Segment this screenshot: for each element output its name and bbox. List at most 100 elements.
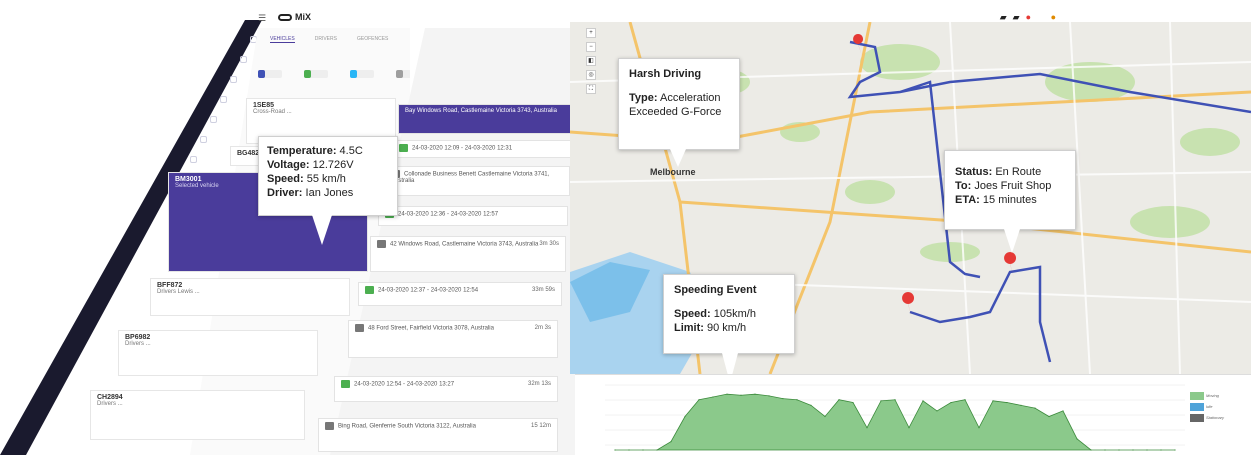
vehicle-name: 1SE85 <box>253 102 275 109</box>
filter-chip[interactable] <box>304 70 328 78</box>
menu-icon[interactable]: ☰ <box>258 13 266 24</box>
trip-start-icon <box>399 144 408 152</box>
driver-label: Driver: <box>267 187 303 199</box>
vehicle-card[interactable]: BFF872 Drivers Lewis ... <box>150 278 350 316</box>
layers-icon[interactable]: ◧ <box>586 56 596 66</box>
speed-data-point <box>712 396 714 398</box>
vehicle-icon[interactable] <box>230 76 237 83</box>
trip-title: Collonade Business Benett Castlemaine Vi… <box>391 171 550 184</box>
speed-value: 55 km/h <box>306 173 346 185</box>
speed-data-point <box>1006 401 1008 404</box>
speed-data-point <box>1104 449 1106 451</box>
fleet-tracking-app: ☰ MiX ▰ ▰ ● ● VEHICLES DRIVERS GEOFENCES… <box>0 0 1251 455</box>
speed-data-point <box>684 415 686 418</box>
driver-icon[interactable] <box>220 96 227 103</box>
speed-data-point <box>1174 449 1176 451</box>
trip-duration: 2m 3s <box>534 325 551 331</box>
legend-idle: Idle <box>1190 403 1224 411</box>
trip-title: 24-03-2020 12:09 - 24-03-2020 12:31 <box>412 145 513 152</box>
vehicle-card[interactable]: CH2894 Drivers ... <box>90 390 305 440</box>
speed-data-point <box>796 399 798 401</box>
callout-title: Speeding Event <box>674 284 757 296</box>
report-icon[interactable] <box>210 116 217 123</box>
fullscreen-icon[interactable]: ⛶ <box>586 84 596 94</box>
speed-data-point <box>1146 449 1148 451</box>
tab-geofences[interactable]: GEOFENCES <box>357 36 388 43</box>
speed-data-point <box>894 399 896 401</box>
trip-item[interactable]: 24-03-2020 12:09 - 24-03-2020 12:31 <box>392 140 572 158</box>
speed-data-point <box>964 399 966 401</box>
user-icon[interactable]: ● <box>1051 12 1056 22</box>
speed-data-point <box>698 399 700 401</box>
status-value: En Route <box>995 166 1042 178</box>
trip-stop-icon <box>355 324 364 332</box>
callout-title: Harsh Driving <box>629 68 702 80</box>
speed-data-point <box>1076 438 1078 440</box>
locate-icon[interactable]: ◎ <box>586 70 596 80</box>
vehicle-tabs: VEHICLES DRIVERS GEOFENCES <box>270 36 388 43</box>
speed-data-point <box>1034 407 1036 409</box>
speed-data-point <box>950 401 952 404</box>
temperature-value: 4.5C <box>339 145 363 157</box>
driver-value: Ian Jones <box>305 187 354 199</box>
calendar-icon[interactable] <box>190 156 197 163</box>
zoom-out-button[interactable]: − <box>586 42 596 52</box>
trip-duration: 15 12m <box>530 423 551 429</box>
trip-item-selected[interactable]: Bay Windows Road, Castlemaine Victoria 3… <box>398 104 574 134</box>
zoom-in-button[interactable]: + <box>586 28 596 38</box>
speed-data-point <box>754 393 756 395</box>
trip-item[interactable]: Collonade Business Benett Castlemaine Vi… <box>384 166 570 196</box>
trip-item[interactable]: 24-03-2020 12:37 - 24-03-2020 12:54 33m … <box>358 282 562 306</box>
vehicle-meta: Drivers Lewis ... <box>157 289 200 295</box>
chart-legend: Moving Idle Stationary <box>1190 392 1224 422</box>
speed-data-point <box>824 415 826 418</box>
harsh-driving-callout: Harsh Driving Type: Acceleration Exceede… <box>618 58 740 150</box>
tab-drivers[interactable]: DRIVERS <box>315 36 337 43</box>
vehicle-name: BFF872 <box>157 282 183 289</box>
trip-item[interactable]: Bing Road, Glenferrie South Victoria 312… <box>318 418 558 452</box>
trip-item[interactable]: 24-03-2020 12:36 - 24-03-2020 12:57 <box>378 206 568 226</box>
speed-data-point <box>1132 449 1134 451</box>
location-pin-icon <box>902 292 915 318</box>
city-label: Melbourne <box>650 167 696 177</box>
trip-start-icon <box>365 286 374 294</box>
speed-data-point <box>1020 404 1022 406</box>
speed-data-point <box>852 401 854 404</box>
speed-data-point <box>866 427 868 429</box>
vehicle-meta: Drivers ... <box>97 401 123 407</box>
trip-title: 42 Windows Road, Castlemaine Victoria 37… <box>390 241 539 248</box>
status-label: Status: <box>955 166 993 178</box>
eta-label: ETA: <box>955 194 980 206</box>
speed-data-point <box>1160 449 1162 451</box>
trip-title: Bay Windows Road, Castlemaine Victoria 3… <box>405 108 557 114</box>
vehicle-name: CH2894 <box>97 394 123 401</box>
destination-value: Joes Fruit Shop <box>974 180 1052 192</box>
vehicle-card[interactable]: BP6982 Drivers ... <box>118 330 318 376</box>
speed-data-point <box>656 449 658 451</box>
speed-data-point <box>782 398 784 400</box>
trip-duration: 33m 59s <box>531 287 555 293</box>
trip-item[interactable]: 24-03-2020 12:54 - 24-03-2020 13:27 32m … <box>334 376 558 402</box>
map-icon[interactable] <box>240 56 247 63</box>
filter-chip[interactable] <box>258 70 282 78</box>
trip-item[interactable]: 42 Windows Road, Castlemaine Victoria 37… <box>370 236 566 272</box>
speed-data-point <box>670 441 672 443</box>
trip-stop-icon <box>325 422 334 430</box>
speed-area-series <box>615 393 1175 451</box>
tab-vehicles[interactable]: VEHICLES <box>270 36 295 43</box>
trip-start-icon <box>341 380 350 388</box>
speed-data-point <box>768 395 770 397</box>
speed-value: 105km/h <box>713 308 756 320</box>
callout-pointer <box>1004 229 1020 253</box>
speed-chart[interactable] <box>575 374 1251 455</box>
speed-data-point <box>880 400 882 402</box>
alert-icon[interactable] <box>200 136 207 143</box>
speed-data-point <box>1062 410 1064 412</box>
speeding-event-callout: Speeding Event Speed: 105km/h Limit: 90 … <box>663 274 795 354</box>
speed-data-point <box>978 427 980 429</box>
trip-duration: 32m 13s <box>527 381 551 387</box>
callout-pointer <box>670 149 686 167</box>
filter-chip[interactable] <box>350 70 374 78</box>
speed-data-point <box>1090 449 1092 451</box>
trip-item[interactable]: 48 Ford Street, Fairfield Victoria 3078,… <box>348 320 558 358</box>
